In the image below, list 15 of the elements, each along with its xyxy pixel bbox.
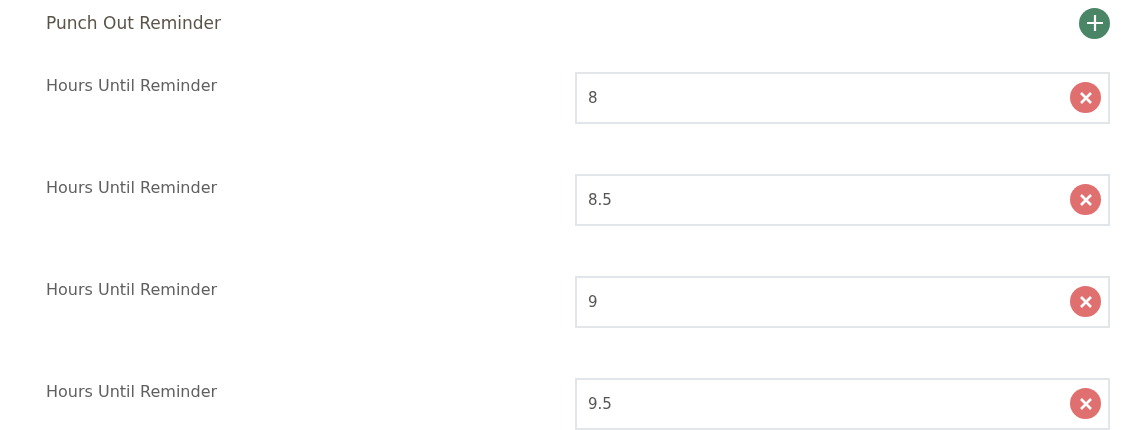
input-field[interactable]: 9.5 bbox=[575, 378, 1110, 430]
close-icon bbox=[1078, 396, 1093, 411]
close-icon bbox=[1078, 192, 1093, 207]
input-field[interactable]: 9 bbox=[575, 276, 1110, 328]
input-field[interactable]: 8.5 bbox=[575, 174, 1110, 226]
add-button[interactable] bbox=[1079, 7, 1110, 39]
plus-icon bbox=[1085, 14, 1104, 32]
field-label: Hours Until Reminder bbox=[46, 75, 219, 97]
close-icon bbox=[1078, 90, 1093, 105]
section-title: Punch Out Reminder bbox=[46, 13, 222, 33]
field-label: Hours Until Reminder bbox=[46, 381, 219, 403]
field-label: Hours Until Reminder bbox=[46, 279, 219, 301]
close-icon bbox=[1078, 294, 1093, 309]
field-label: Hours Until Reminder bbox=[46, 177, 219, 199]
input-field[interactable]: 8 bbox=[575, 72, 1110, 124]
